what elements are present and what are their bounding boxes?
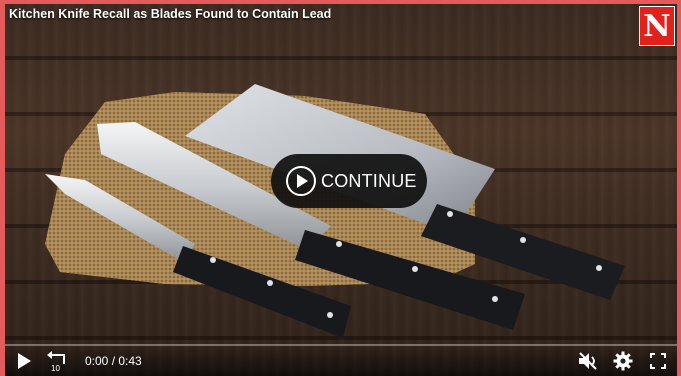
duration: 0:43: [118, 354, 142, 368]
fullscreen-button[interactable]: [647, 349, 669, 373]
gear-icon: [613, 351, 633, 371]
logo-letter: N: [643, 8, 671, 44]
rewind-seconds-text: 10: [51, 364, 60, 372]
time-display: 0:00 / 0:43: [85, 354, 142, 368]
rewind-10-icon: 10: [47, 351, 65, 372]
rewind-10-button[interactable]: 10: [43, 349, 71, 373]
continue-label: CONTINUE: [321, 170, 417, 191]
video-title: Kitchen Knife Recall as Blades Found to …: [9, 7, 332, 21]
play-icon: [18, 353, 31, 369]
mute-button[interactable]: [575, 349, 601, 373]
current-time: 0:00: [85, 354, 109, 368]
settings-button[interactable]: [611, 349, 635, 373]
play-button[interactable]: [13, 349, 35, 373]
newsweek-logo[interactable]: N: [639, 6, 675, 46]
fullscreen-icon: [650, 353, 666, 369]
play-circle-icon: [286, 166, 316, 196]
page-frame: Kitchen Knife Recall as Blades Found to …: [0, 0, 681, 376]
time-separator: /: [108, 354, 119, 368]
continue-button[interactable]: CONTINUE: [271, 154, 427, 208]
progress-bar[interactable]: [5, 344, 677, 346]
video-player[interactable]: Kitchen Knife Recall as Blades Found to …: [5, 4, 677, 376]
volume-muted-icon: [579, 352, 597, 370]
